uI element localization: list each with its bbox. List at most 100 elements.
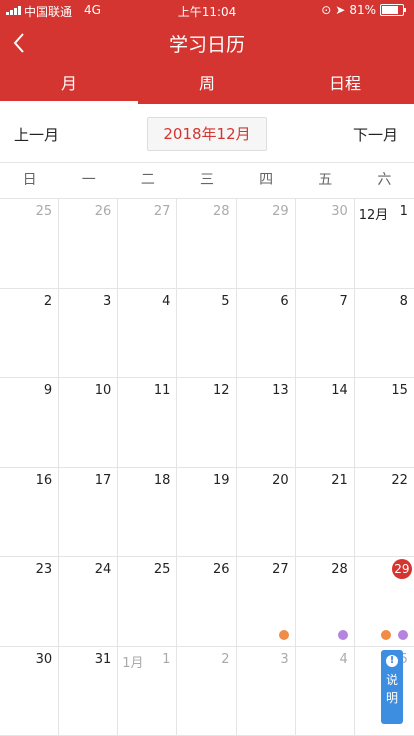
day-number: 20 (272, 472, 289, 488)
day-cell[interactable]: 16 (0, 467, 60, 557)
day-number: 2 (221, 651, 230, 667)
day-number: 2 (43, 293, 53, 309)
day-number: 22 (391, 472, 408, 488)
day-cell[interactable]: 29 (236, 199, 296, 289)
tab-week[interactable]: 周 (138, 68, 276, 104)
help-label: 说明 (385, 673, 398, 705)
day-cell[interactable]: 3 (236, 646, 296, 736)
day-number: 3 (280, 651, 289, 667)
day-number: 24 (94, 562, 112, 577)
day-cell[interactable]: 7 (295, 288, 355, 378)
day-cell[interactable]: 11 (118, 378, 178, 468)
location-icon: ➤ (335, 3, 346, 17)
day-cell[interactable]: 26 (177, 557, 237, 647)
day-number: 1 (162, 651, 171, 667)
day-number: 7 (339, 293, 348, 309)
day-cell[interactable]: 12 (177, 378, 237, 468)
day-number: 15 (391, 383, 408, 398)
day-cell[interactable]: 25 (118, 557, 178, 647)
day-cell[interactable]: 26 (59, 199, 119, 289)
day-cell[interactable]: 28 (295, 557, 355, 647)
month-label: 12月 (358, 208, 389, 223)
day-cell[interactable]: 12月 1 (354, 199, 414, 289)
day-cell[interactable]: 10 (59, 378, 119, 468)
day-number: 26 (212, 562, 230, 577)
day-number: 23 (35, 562, 53, 577)
day-cell[interactable]: 4 (118, 288, 178, 378)
weekday-label: 五 (318, 172, 333, 188)
day-cell[interactable]: 19 (177, 467, 237, 557)
day-cell[interactable]: 2 (177, 646, 237, 736)
day-cell[interactable]: 30 (0, 646, 60, 736)
day-cell[interactable]: 21 (295, 467, 355, 557)
day-cell[interactable]: 22 (354, 468, 414, 557)
next-month-button[interactable]: 下一月 (353, 124, 398, 145)
day-number: 19 (212, 472, 230, 488)
header-bar: 中国联通 4G 上午11:04 ⊙ ➤ 81% 学习日历 月 周 日程 (0, 0, 414, 104)
day-number: 16 (35, 472, 53, 488)
day-cell[interactable]: 27 (236, 557, 296, 647)
day-number: 17 (94, 472, 112, 488)
tab-month[interactable]: 月 (0, 68, 138, 104)
day-number: 27 (153, 204, 171, 219)
day-cell[interactable]: 8 (354, 289, 414, 378)
orientation-lock-icon: ⊙ (321, 3, 332, 17)
day-cell[interactable]: 13 (236, 378, 296, 468)
day-cell[interactable]: 24 (59, 557, 119, 647)
day-number: 14 (331, 383, 348, 398)
battery-icon (380, 4, 406, 16)
day-cell[interactable]: 9 (0, 378, 60, 468)
weekday-label: 六 (377, 172, 392, 188)
day-number: 11 (153, 383, 171, 398)
tab-schedule[interactable]: 日程 (276, 68, 414, 104)
day-cell[interactable]: 30 (295, 199, 355, 289)
day-cell[interactable]: 5 (177, 288, 237, 378)
day-number: 6 (280, 293, 289, 309)
day-number: 9 (43, 383, 53, 398)
day-cell[interactable]: 4 (295, 646, 355, 736)
help-button[interactable]: ! 说明 (381, 650, 403, 724)
day-cell[interactable]: 31 (59, 646, 119, 736)
day-number: 28 (331, 562, 348, 577)
weekday-label: 日 (22, 172, 37, 188)
day-cell[interactable]: 17 (59, 467, 119, 557)
view-tabs: 月 周 日程 (0, 68, 414, 104)
prev-month-button[interactable]: 上一月 (14, 124, 59, 145)
day-cell[interactable]: 29 (354, 557, 414, 647)
day-number: 12 (212, 383, 230, 398)
day-cell[interactable]: 3 (59, 288, 119, 378)
day-number: 25 (153, 562, 171, 577)
calendar-grid: 25 26 27 28 29 30 12月 1 2 3 4 5 6 7 8 9 10 11 12 13 14 15 16 17… (0, 199, 414, 736)
day-number: 29 (272, 204, 289, 219)
day-cell[interactable]: 15 (354, 378, 414, 468)
day-number: 5 (221, 293, 230, 309)
day-cell[interactable]: 23 (0, 557, 60, 647)
day-number: 8 (399, 293, 408, 309)
day-cell[interactable]: 6 (236, 288, 296, 378)
month-nav: 上一月 2018年12月 下一月 (0, 104, 414, 163)
day-cell[interactable]: 14 (295, 378, 355, 468)
day-number: 1 (399, 204, 408, 219)
day-cell[interactable]: 20 (236, 467, 296, 557)
day-cell[interactable]: 25 (0, 199, 60, 289)
current-month-selector[interactable]: 2018年12月 (147, 117, 267, 151)
day-cell[interactable]: 1月 1 (118, 646, 178, 736)
day-cell[interactable]: 2 (0, 288, 60, 378)
day-number: 30 (35, 651, 53, 667)
today-marker: 29 (391, 559, 412, 579)
weekday-label: 三 (199, 172, 214, 188)
day-cell[interactable]: 18 (118, 467, 178, 557)
weekday-label: 一 (81, 172, 96, 188)
day-cell[interactable]: 28 (177, 199, 237, 289)
day-number: 31 (94, 651, 112, 667)
day-number: 18 (153, 472, 171, 488)
day-number: 21 (331, 472, 348, 488)
day-number: 25 (35, 204, 53, 219)
battery-percent: 81% (349, 3, 376, 17)
weekday-label: 四 (259, 172, 274, 188)
event-dot (397, 629, 408, 640)
month-label: 1月 (122, 655, 144, 671)
day-number: 4 (162, 293, 171, 309)
day-cell[interactable]: 27 (118, 199, 178, 289)
info-icon: ! (386, 655, 398, 667)
